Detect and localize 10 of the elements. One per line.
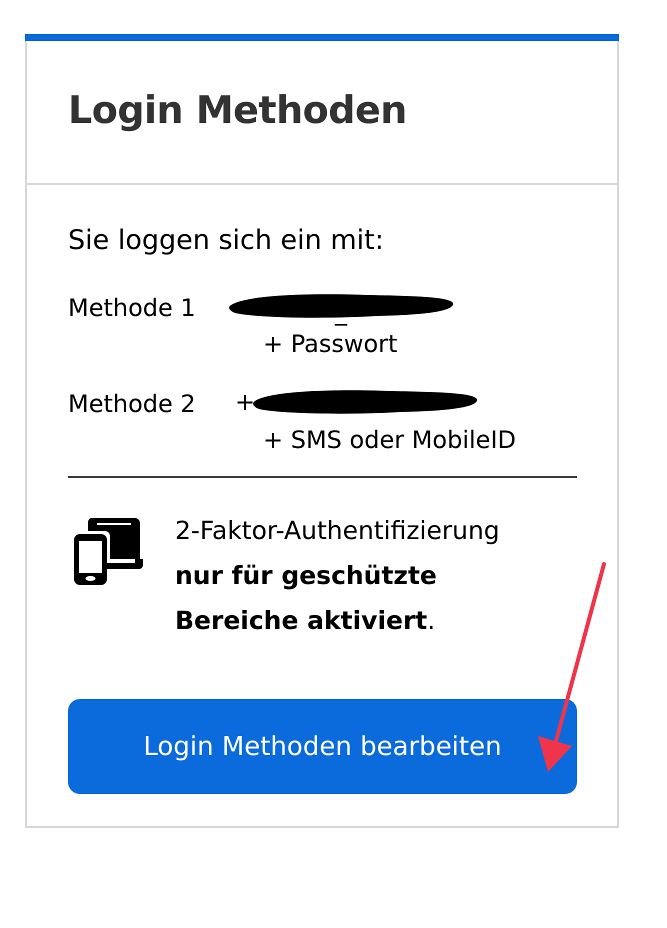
method-value: _	[335, 300, 347, 324]
method-label: Methode 1	[68, 293, 197, 324]
intro-text: Sie loggen sich ein mit:	[68, 225, 385, 256]
two-factor-text: 2-Faktor-Authentifizierung nur für geschützte Bereiche aktiviert.	[175, 515, 501, 637]
card-title: Login Methoden	[68, 88, 407, 132]
method-detail: + Passwort	[263, 329, 398, 360]
method-value: +	[235, 390, 256, 414]
method-label: Methode 2	[68, 389, 197, 420]
method-detail: + SMS oder MobileID	[263, 425, 516, 456]
edit-login-methods-button[interactable]: Login Methoden bearbeiten	[68, 699, 577, 794]
